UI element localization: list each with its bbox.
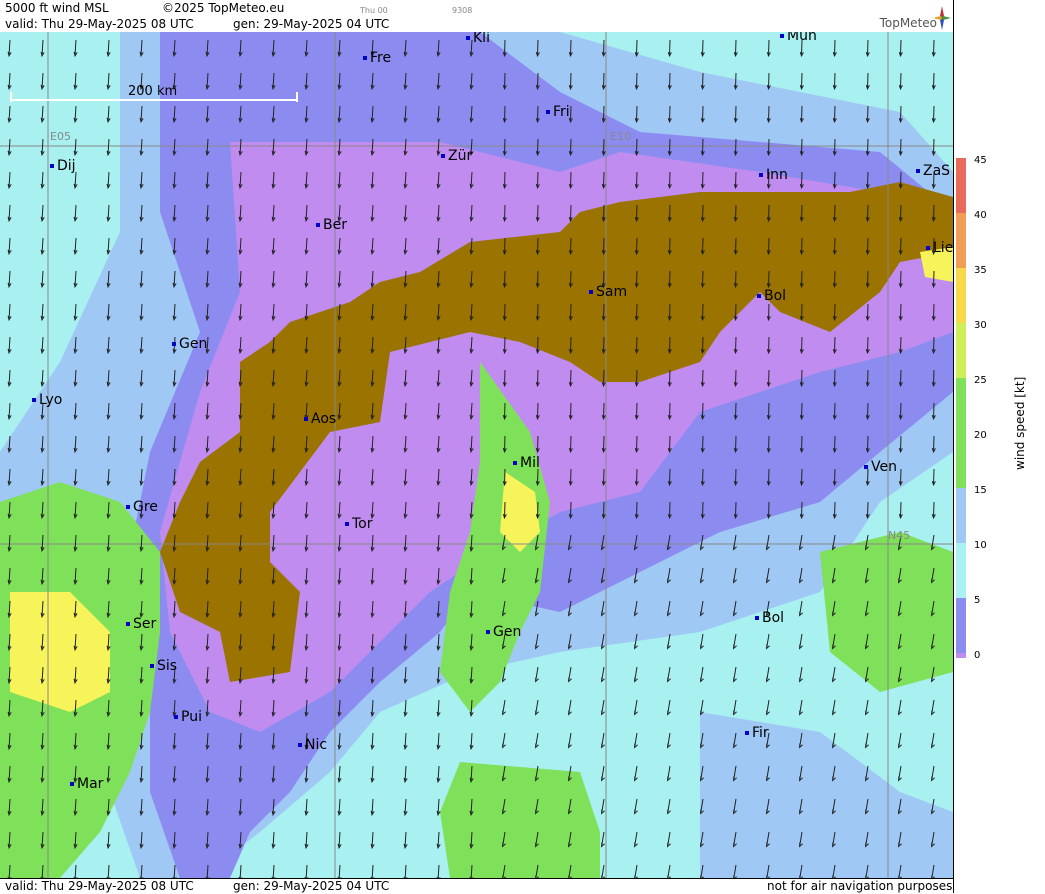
grid-label-e05: E05 bbox=[50, 130, 71, 143]
city-label[interactable]: Bol bbox=[757, 288, 786, 304]
city-label[interactable]: Zür bbox=[441, 148, 472, 164]
city-label[interactable]: Sis bbox=[150, 658, 177, 674]
city-label[interactable]: Mil bbox=[513, 455, 540, 471]
valid-time: valid: Thu 29-May-2025 08 UTC bbox=[5, 17, 194, 31]
city-label[interactable]: Bol bbox=[755, 610, 784, 626]
city-label[interactable]: Mun bbox=[780, 32, 817, 44]
city-label[interactable]: Gen bbox=[486, 624, 521, 640]
city-label[interactable]: Ber bbox=[316, 217, 347, 233]
city-label[interactable]: Fri bbox=[546, 104, 570, 120]
run-code: 9308 bbox=[452, 6, 473, 15]
city-label[interactable]: ZaS bbox=[916, 163, 950, 179]
city-label[interactable]: Kli bbox=[466, 32, 490, 46]
product-title: 5000 ft wind MSL bbox=[5, 1, 109, 15]
wind-map[interactable]: 200 km E05 E10 N45 Kli Mun Fre Fri Zür I… bbox=[0, 32, 953, 878]
copyright: ©2025 TopMeteo.eu bbox=[162, 1, 285, 15]
legend-tick: 0 bbox=[974, 650, 981, 661]
legend-tick: 10 bbox=[974, 540, 987, 551]
scale-label: 200 km bbox=[128, 84, 178, 99]
legend-tick: 5 bbox=[974, 595, 981, 606]
footer-bar: valid: Thu 29-May-2025 08 UTC gen: 29-Ma… bbox=[0, 878, 953, 894]
legend-tick: 25 bbox=[974, 375, 987, 386]
legend-tick: 20 bbox=[974, 430, 987, 441]
city-label[interactable]: Aos bbox=[304, 411, 336, 427]
compass-logo-icon bbox=[933, 6, 951, 30]
legend-title: wind speed [kt] bbox=[1013, 376, 1027, 470]
city-label[interactable]: Inn bbox=[759, 167, 788, 183]
city-label[interactable]: Dij bbox=[50, 158, 76, 174]
city-label[interactable]: Ser bbox=[126, 616, 156, 632]
city-label[interactable]: Nic bbox=[298, 737, 327, 753]
legend-tick: 30 bbox=[974, 320, 987, 331]
city-label[interactable]: Lyo bbox=[32, 392, 62, 408]
color-legend: 45 40 35 30 25 20 15 10 5 0 wind speed [… bbox=[953, 0, 1045, 893]
city-label[interactable]: Gre bbox=[126, 499, 158, 515]
brand-name: TopMeteo bbox=[879, 16, 937, 30]
footer-gen-time: gen: 29-May-2025 04 UTC bbox=[233, 879, 390, 893]
grid-label-n45: N45 bbox=[888, 529, 911, 542]
city-label[interactable]: Tor bbox=[345, 516, 373, 532]
city-label[interactable]: Fre bbox=[363, 50, 391, 66]
legend-tick: 15 bbox=[974, 485, 987, 496]
legend-tick: 45 bbox=[974, 155, 987, 166]
city-label[interactable]: Gen bbox=[172, 336, 207, 352]
legend-tick: 35 bbox=[974, 265, 987, 276]
scale-bar: 200 km bbox=[10, 84, 298, 102]
city-label[interactable]: Ven bbox=[864, 459, 897, 475]
city-label[interactable]: Pui bbox=[174, 709, 202, 725]
city-label[interactable]: Mar bbox=[70, 776, 103, 792]
disclaimer: not for air navigation purposes bbox=[767, 879, 953, 893]
footer-valid-time: valid: Thu 29-May-2025 08 UTC bbox=[5, 879, 194, 893]
city-label[interactable]: Fir bbox=[745, 725, 769, 741]
day-code: Thu 00 bbox=[360, 6, 388, 15]
gen-time: gen: 29-May-2025 04 UTC bbox=[233, 17, 390, 31]
header-bar: 5000 ft wind MSL ©2025 TopMeteo.eu Thu 0… bbox=[0, 0, 953, 33]
grid-label-e10: E10 bbox=[610, 130, 631, 143]
wind-zone-20kt-sea bbox=[440, 762, 600, 878]
legend-tick: 40 bbox=[974, 210, 987, 221]
legend-colorbar bbox=[956, 158, 966, 658]
wind-field-map bbox=[0, 32, 953, 878]
city-label[interactable]: Lie bbox=[926, 240, 953, 256]
city-label[interactable]: Sam bbox=[589, 284, 627, 300]
